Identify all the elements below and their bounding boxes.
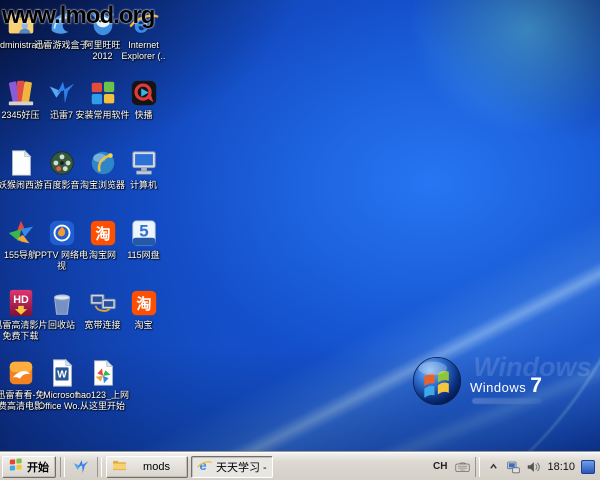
globe-comet-icon [88, 148, 118, 178]
haozip-books-icon [6, 78, 36, 108]
start-label: 开始 [27, 459, 49, 475]
desktop-icon-label: 淘宝 [116, 320, 172, 331]
taskbar-divider [97, 457, 102, 477]
ime-language-indicator[interactable]: CH [430, 459, 450, 474]
hao123-pinwheel-icon [88, 358, 118, 388]
show-hidden-icons-chevron[interactable] [485, 459, 501, 475]
svg-text:淘: 淘 [94, 225, 110, 243]
wallpaper-edition-text [472, 398, 542, 404]
taskbar-button-label: mods [131, 461, 182, 473]
windows7-label: Windows 7 [470, 374, 542, 398]
seven-text: 7 [530, 374, 542, 397]
svg-text:5: 5 [139, 221, 148, 240]
desktop-icon-label: 快播 [116, 110, 172, 121]
hd-download-icon: HD [6, 288, 36, 318]
origami-bird-icon [6, 218, 36, 248]
xunlei-bird-icon [47, 78, 77, 108]
taskbar: 开始 mods e 天天学习 -... CH [0, 452, 600, 480]
taskbar-button-label: 天天学习 -... [216, 459, 267, 475]
svg-text:W: W [57, 370, 67, 381]
start-button[interactable]: 开始 [2, 456, 56, 478]
desktop-icon-label: hao123_上网从这里开始 [75, 390, 131, 411]
taobao-icon: 淘 [88, 218, 118, 248]
film-reel-icon [47, 148, 77, 178]
windows7-brand: Windows 7 Windows 7 [410, 352, 600, 432]
windows-flag-icon [9, 458, 23, 475]
115-disk-icon: 5 [129, 218, 159, 248]
keyboard-icon[interactable] [454, 459, 470, 475]
svg-text:e: e [199, 458, 206, 473]
desktop-icon-hao123[interactable]: hao123_上网从这里开始 [82, 358, 123, 428]
desktop-screen: www.lmod.org Windows 7 Windows 7 [0, 0, 600, 480]
desktop-icon-qvod[interactable]: 快播 [123, 78, 164, 148]
windows7-orb-logo [410, 354, 464, 413]
computer-icon [129, 148, 159, 178]
folder-icon [112, 459, 127, 475]
windows-text: Windows [470, 380, 526, 395]
desktop-icon-label: 115网盘 [116, 250, 172, 261]
desktop-icon-115-cloud[interactable]: 5 115网盘 [123, 218, 164, 288]
watermark-text: www.lmod.org [2, 2, 154, 30]
desktop-icon-computer[interactable]: 计算机 [123, 148, 164, 218]
tray-app-icon[interactable] [581, 460, 595, 474]
recycle-bin-icon [47, 288, 77, 318]
desktop-icon-grid: Administrator 迅雷游戏盒子 阿里旺旺2012 e Internet… [0, 8, 164, 428]
qvod-icon [129, 78, 159, 108]
internet-explorer-icon: e [197, 458, 212, 476]
word-document-icon: W [47, 358, 77, 388]
taobao-icon: 淘 [129, 288, 159, 318]
svg-text:淘: 淘 [135, 295, 151, 313]
taskbar-divider [60, 457, 65, 477]
system-tray: CH 18:10 [427, 455, 598, 479]
volume-icon[interactable] [525, 459, 541, 475]
quicklaunch-xunlei[interactable] [69, 456, 93, 478]
colored-squares-icon [88, 78, 118, 108]
pptv-icon [47, 218, 77, 248]
desktop-icon-label: Internet Explorer (.. [116, 40, 172, 61]
network-icon[interactable] [505, 459, 521, 475]
taskbar-button-tiantianxuexi[interactable]: e 天天学习 -... [191, 456, 273, 478]
svg-text:HD: HD [13, 294, 29, 306]
clock[interactable]: 18:10 [545, 461, 577, 473]
desktop-icon-taobao[interactable]: 淘 淘宝 [123, 288, 164, 358]
broadband-connection-icon [88, 288, 118, 318]
text-document-icon [6, 148, 36, 178]
tray-divider [475, 457, 480, 477]
kankan-icon [6, 358, 36, 388]
xunlei-bird-icon [72, 458, 90, 476]
taskbar-button-mods[interactable]: mods [106, 456, 188, 478]
desktop-icon-label: 计算机 [116, 180, 172, 191]
